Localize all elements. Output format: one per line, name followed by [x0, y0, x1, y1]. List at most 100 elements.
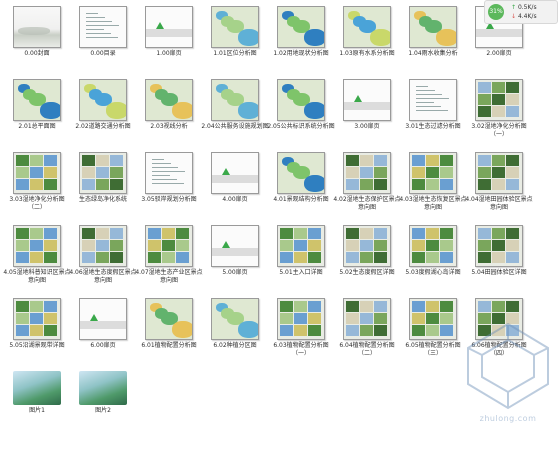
file-thumbnail-item[interactable]: 5.01主入口详图 [268, 225, 334, 277]
file-thumbnail-item[interactable]: 5.03度假湖心岛详图 [400, 225, 466, 277]
thumbnail-image[interactable] [475, 225, 523, 267]
file-thumbnail-item[interactable]: 1.00扉页 [136, 6, 202, 58]
thumbnail-image[interactable] [145, 6, 193, 48]
thumbnail-grid: 0.00封面 0.00目录 1.00扉页 1.01区位分析图 1.02用地现状分析图 1.… [0, 0, 560, 449]
file-name-label: 3.00扉页 [354, 123, 380, 130]
file-name-label: 6.00扉页 [90, 342, 116, 349]
file-name-label: 4.07湿地生态产业区景点意向图 [135, 269, 203, 284]
file-thumbnail-item[interactable]: 1.04雨水收集分析 [400, 6, 466, 58]
file-thumbnail-item[interactable]: 6.04植物配置分析图（二） [334, 298, 400, 357]
file-name-label: 0.00封面 [24, 50, 50, 57]
thumbnail-image[interactable] [211, 298, 259, 340]
thumbnail-image[interactable] [145, 152, 193, 194]
file-thumbnail-item[interactable]: 2.05公共标识系统分析图 [267, 79, 335, 131]
file-thumbnail-item[interactable]: 6.05植物配置分析图（三） [400, 298, 466, 357]
file-thumbnail-item[interactable]: 4.01景观结构分析图 [268, 152, 334, 204]
file-thumbnail-item[interactable]: 6.03植物配置分析图（一） [268, 298, 334, 357]
file-thumbnail-item[interactable]: 1.01区位分析图 [202, 6, 268, 58]
file-thumbnail-item[interactable]: 3.01生态过滤分析图 [400, 79, 466, 131]
file-thumbnail-item[interactable]: 6.00扉页 [70, 298, 136, 350]
thumbnail-image[interactable] [211, 79, 259, 121]
thumbnail-image[interactable] [211, 152, 259, 194]
thumbnail-image[interactable] [13, 6, 61, 48]
file-name-label: 4.06湿地生态度假区景点意向图 [69, 269, 137, 284]
thumbnail-image[interactable] [343, 79, 391, 121]
thumbnail-image[interactable] [145, 79, 193, 121]
thumbnail-image[interactable] [79, 152, 127, 194]
file-thumbnail-item[interactable]: 4.06湿地生态度假区景点意向图 [69, 225, 137, 284]
file-thumbnail-item[interactable]: 3.05驳岸规划分析图 [136, 152, 202, 204]
file-name-label: 图片2 [95, 407, 111, 414]
file-thumbnail-item[interactable]: 6.06植物配置分析图（四） [466, 298, 532, 357]
file-thumbnail-item[interactable]: 生态绿岛净化系统 [70, 152, 136, 204]
file-thumbnail-item[interactable]: 2.03视线分析 [136, 79, 202, 131]
file-thumbnail-item[interactable]: 4.07湿地生态产业区景点意向图 [135, 225, 203, 284]
file-thumbnail-item[interactable]: 1.03原有水系分析图 [334, 6, 400, 58]
thumbnail-image[interactable] [277, 6, 325, 48]
file-name-label: 5.04田园体验区详图 [471, 269, 527, 276]
file-name-label: 2.02道路交通分析图 [75, 123, 131, 130]
file-name-label: 2.03视线分析 [150, 123, 188, 130]
thumbnail-image[interactable] [13, 79, 61, 121]
file-name-label: 3.03湿地净化分析图（二） [9, 196, 65, 211]
thumbnail-image[interactable] [475, 298, 523, 340]
thumbnail-image[interactable] [343, 298, 391, 340]
thumbnail-image[interactable] [409, 225, 457, 267]
thumbnail-image[interactable] [13, 371, 61, 405]
thumbnail-image[interactable] [277, 225, 325, 267]
thumbnail-image[interactable] [79, 225, 127, 267]
thumbnail-image[interactable] [79, 79, 127, 121]
file-thumbnail-item[interactable]: 4.00扉页 [202, 152, 268, 204]
thumbnail-image[interactable] [475, 79, 523, 121]
file-thumbnail-item[interactable]: 5.05沿湖景观带详图 [4, 298, 70, 350]
thumbnail-image[interactable] [13, 152, 61, 194]
thumbnail-image[interactable] [211, 6, 259, 48]
file-thumbnail-item[interactable]: 4.04湿地田园体验区景点意向图 [465, 152, 533, 211]
thumbnail-image[interactable] [79, 6, 127, 48]
file-thumbnail-item[interactable]: 6.01植物配置分析图 [136, 298, 202, 350]
thumbnail-image[interactable] [79, 298, 127, 340]
thumbnail-image[interactable] [343, 152, 391, 194]
thumbnail-image[interactable] [79, 371, 127, 405]
thumbnail-image[interactable] [277, 152, 325, 194]
file-name-label: 5.01主入口详图 [279, 269, 323, 276]
thumbnail-image[interactable] [145, 225, 193, 267]
file-thumbnail-item[interactable]: 5.02生态度假区详图 [334, 225, 400, 277]
thumbnail-image[interactable] [277, 79, 325, 121]
file-thumbnail-item[interactable]: 3.03湿地净化分析图（二） [4, 152, 70, 211]
file-thumbnail-item[interactable]: 0.00目录 [70, 6, 136, 58]
thumbnail-image[interactable] [475, 152, 523, 194]
thumbnail-image[interactable] [343, 6, 391, 48]
thumbnail-image[interactable] [211, 225, 259, 267]
file-thumbnail-item[interactable]: 5.00扉页 [202, 225, 268, 277]
file-name-label: 0.00目录 [90, 50, 116, 57]
thumbnail-image[interactable] [409, 152, 457, 194]
file-name-label: 4.05湿地科普知识区景点意向图 [3, 269, 71, 284]
file-thumbnail-item[interactable]: 3.02湿地净化分析图（一） [466, 79, 532, 138]
file-thumbnail-item[interactable]: 4.03湿地生态恢复区景点意向图 [399, 152, 467, 211]
file-thumbnail-item[interactable]: 6.02种植分区图 [202, 298, 268, 350]
thumbnail-image[interactable] [145, 298, 193, 340]
thumbnail-image[interactable] [13, 225, 61, 267]
file-thumbnail-item[interactable]: 图片1 [4, 371, 70, 415]
file-thumbnail-item[interactable]: 5.04田园体验区详图 [466, 225, 532, 277]
thumbnail-image[interactable] [343, 225, 391, 267]
file-name-label: 1.00扉页 [156, 50, 182, 57]
file-thumbnail-item[interactable]: 图片2 [70, 371, 136, 415]
file-thumbnail-item[interactable]: 3.00扉页 [334, 79, 400, 131]
thumbnail-image[interactable] [409, 6, 457, 48]
file-name-label: 4.03湿地生态恢复区景点意向图 [399, 196, 467, 211]
file-thumbnail-item[interactable]: 2.04公共服务设施规划图 [201, 79, 269, 131]
file-thumbnail-item[interactable]: 2.02道路交通分析图 [70, 79, 136, 131]
file-thumbnail-item[interactable]: 4.05湿地科普知识区景点意向图 [3, 225, 71, 284]
file-thumbnail-item[interactable]: 4.02湿地生态保护区景点意向图 [333, 152, 401, 211]
file-name-label: 2.01总平面图 [18, 123, 56, 130]
file-thumbnail-item[interactable]: 0.00封面 [4, 6, 70, 58]
thumbnail-image[interactable] [409, 298, 457, 340]
thumbnail-image[interactable] [277, 298, 325, 340]
thumbnail-image[interactable] [13, 298, 61, 340]
network-status-widget[interactable]: 31% ↑ 0.5K/s ↓ 4.4K/s [484, 0, 558, 24]
file-thumbnail-item[interactable]: 1.02用地现状分析图 [268, 6, 334, 58]
thumbnail-image[interactable] [409, 79, 457, 121]
file-thumbnail-item[interactable]: 2.01总平面图 [4, 79, 70, 131]
